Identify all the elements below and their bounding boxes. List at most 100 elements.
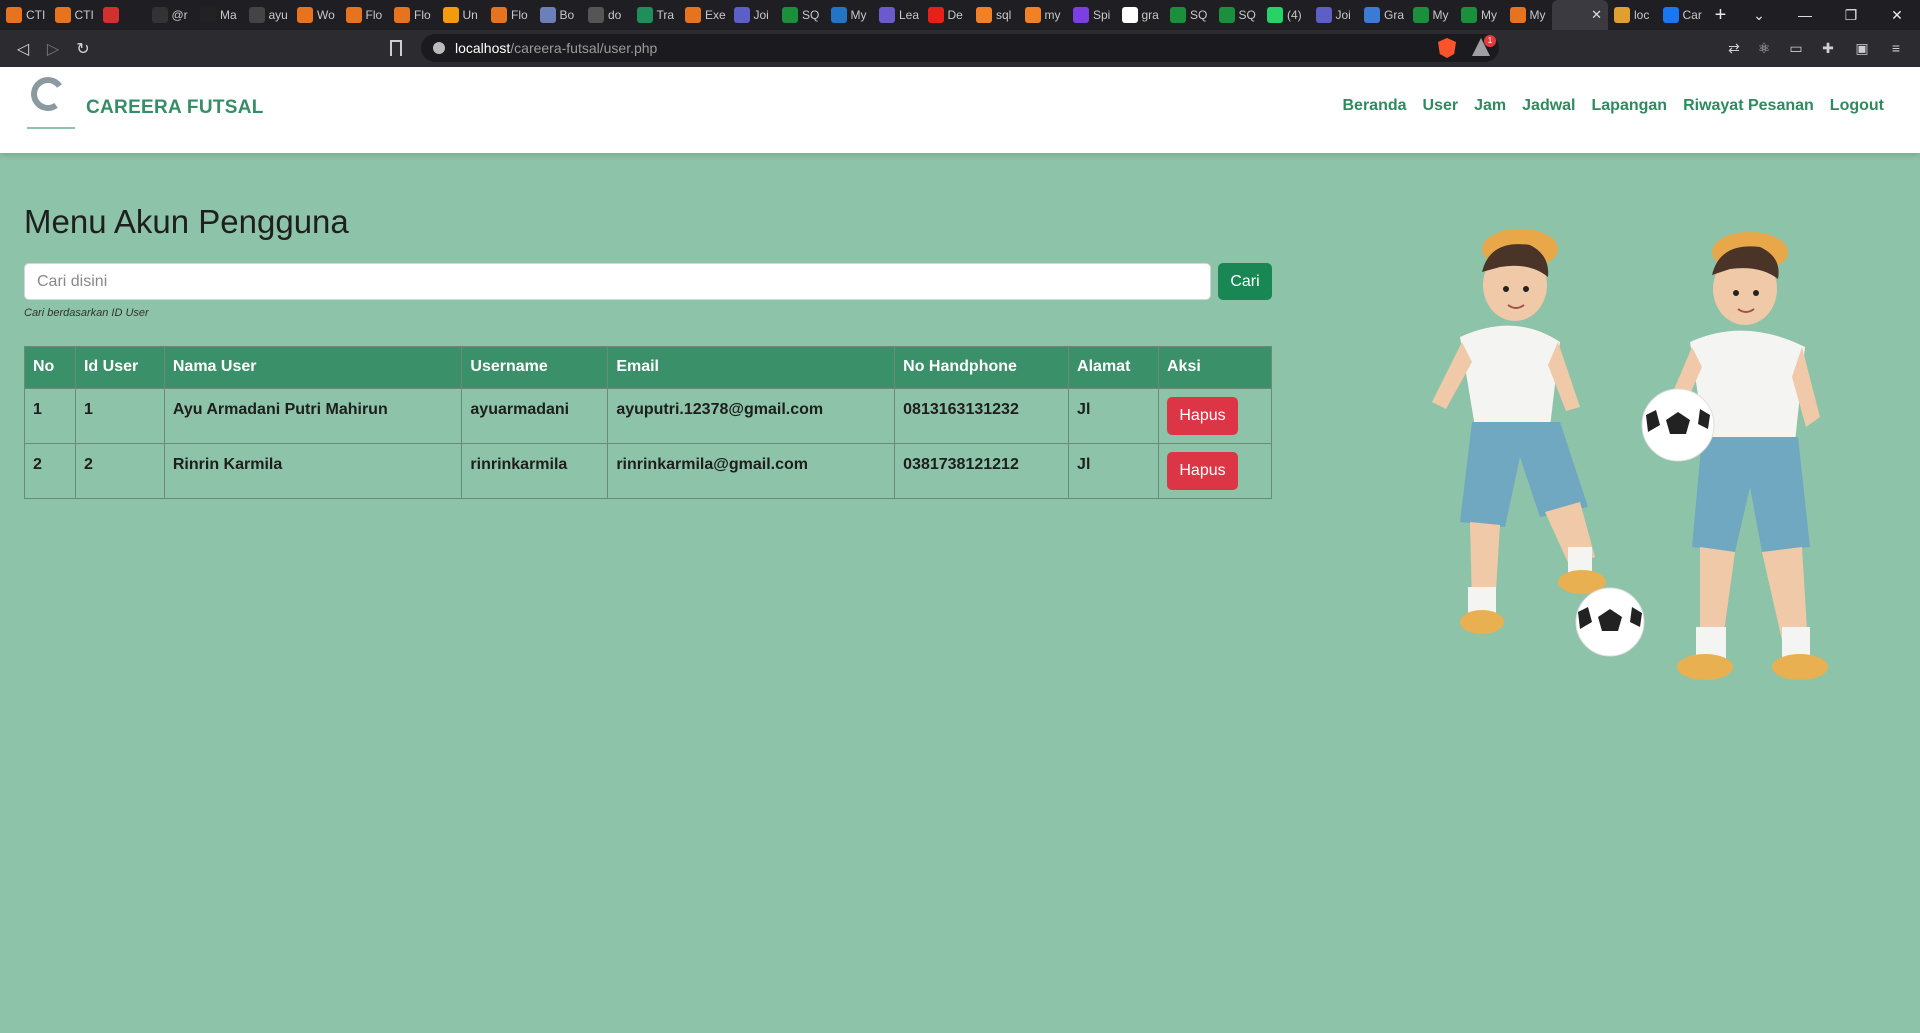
tab-favicon-icon bbox=[1218, 7, 1235, 23]
browser-tab[interactable]: Wo bbox=[291, 0, 340, 30]
tab-favicon-icon bbox=[491, 7, 507, 23]
new-tab-button[interactable]: + bbox=[1705, 4, 1736, 27]
delete-button[interactable]: Hapus bbox=[1167, 397, 1238, 435]
player-right bbox=[1641, 232, 1828, 680]
bookmark-icon[interactable] bbox=[390, 40, 402, 56]
browser-tab[interactable]: SQ bbox=[1213, 0, 1262, 30]
browser-tab[interactable]: Gra bbox=[1358, 0, 1407, 30]
extension-icon[interactable]: ▭ bbox=[1788, 40, 1804, 56]
nav-link-jam[interactable]: Jam bbox=[1474, 97, 1506, 115]
back-icon[interactable]: ◁ bbox=[8, 39, 38, 59]
browser-tab[interactable]: Ma bbox=[194, 0, 243, 30]
tab-title: CTI bbox=[26, 8, 46, 22]
browser-toolbar: ◁ ▷ ↻ localhost/careera-futsal/user.php … bbox=[0, 30, 1920, 67]
tab-title: ayu bbox=[268, 8, 288, 22]
close-window-icon[interactable]: ✕ bbox=[1874, 7, 1920, 24]
browser-tab-strip: CTI CTI @r Ma ayu Wo Flo Flo Un Flo Bo do Tra Exe Joi S… bbox=[0, 0, 1920, 30]
browser-tab[interactable]: sql bbox=[970, 0, 1019, 30]
search-hint: Cari berdasarkan ID User bbox=[24, 307, 149, 319]
browser-tab[interactable]: CTI bbox=[49, 0, 98, 30]
browser-tab[interactable]: Lea bbox=[873, 0, 922, 30]
user-table: No Id User Nama User Username Email No H… bbox=[24, 346, 1272, 499]
browser-tab[interactable]: My bbox=[1455, 0, 1504, 30]
tab-favicon-icon bbox=[539, 7, 556, 23]
browser-tab[interactable]: My bbox=[825, 0, 874, 30]
cell-aksi: Hapus bbox=[1158, 388, 1272, 444]
nav-link-jadwal[interactable]: Jadwal bbox=[1522, 97, 1575, 115]
browser-tab[interactable]: Joi bbox=[728, 0, 777, 30]
menu-icon[interactable]: ≡ bbox=[1888, 40, 1904, 56]
logo-underline bbox=[27, 127, 75, 129]
nav-link-user[interactable]: User bbox=[1423, 97, 1459, 115]
tab-title: SQ bbox=[802, 8, 820, 22]
browser-tab[interactable]: Spi bbox=[1067, 0, 1116, 30]
tab-title: My bbox=[1529, 8, 1546, 22]
react-devtools-icon[interactable]: ⚛ bbox=[1756, 40, 1772, 56]
browser-tab[interactable]: my bbox=[1019, 0, 1068, 30]
browser-tab[interactable]: @r bbox=[146, 0, 195, 30]
delete-button[interactable]: Hapus bbox=[1167, 452, 1238, 490]
translate-icon[interactable]: ⇄ bbox=[1726, 40, 1742, 56]
browser-tab[interactable]: Bo bbox=[534, 0, 583, 30]
browser-tab[interactable]: Flo bbox=[388, 0, 437, 30]
tab-title: Tra bbox=[656, 8, 675, 22]
nav-link-lapangan[interactable]: Lapangan bbox=[1592, 97, 1668, 115]
browser-tab[interactable]: Flo bbox=[340, 0, 389, 30]
browser-tab[interactable]: gra bbox=[1116, 0, 1165, 30]
browser-tab[interactable]: De bbox=[922, 0, 971, 30]
reload-icon[interactable]: ↻ bbox=[68, 39, 98, 59]
browser-tab[interactable]: Car bbox=[1657, 0, 1706, 30]
tab-title: My bbox=[1481, 8, 1497, 22]
tab-title: SQ bbox=[1238, 8, 1256, 22]
browser-tab[interactable]: do bbox=[582, 0, 631, 30]
tab-favicon-icon bbox=[1662, 7, 1679, 23]
tab-favicon-icon bbox=[636, 7, 653, 23]
search-button[interactable]: Cari bbox=[1218, 263, 1272, 300]
restore-icon[interactable]: ❐ bbox=[1828, 7, 1874, 24]
browser-tab[interactable]: Un bbox=[437, 0, 486, 30]
browser-tab[interactable]: SQ bbox=[1164, 0, 1213, 30]
tab-favicon-icon bbox=[1461, 7, 1477, 23]
wallet-icon[interactable]: ▣ bbox=[1854, 40, 1870, 56]
tab-favicon-icon bbox=[976, 7, 992, 23]
tab-favicon-icon bbox=[1024, 7, 1041, 23]
tab-title: gra bbox=[1141, 8, 1159, 22]
page-title: Menu Akun Pengguna bbox=[24, 203, 349, 240]
window-controls: ⌄ — ❐ ✕ bbox=[1736, 7, 1920, 24]
minimize-icon[interactable]: — bbox=[1782, 7, 1828, 24]
browser-tab[interactable]: Joi bbox=[1310, 0, 1359, 30]
tab-favicon-icon bbox=[1412, 7, 1429, 23]
nav-link-logout[interactable]: Logout bbox=[1830, 97, 1884, 115]
browser-tab[interactable]: ayu bbox=[243, 0, 292, 30]
site-info-icon[interactable] bbox=[433, 42, 445, 54]
close-tab-icon[interactable]: ✕ bbox=[1591, 7, 1602, 23]
tab-title: Ma bbox=[220, 8, 237, 22]
brand-name[interactable]: CAREERA FUTSAL bbox=[86, 97, 264, 119]
browser-tab[interactable]: CTI bbox=[0, 0, 49, 30]
nav-link-riwayat-pesanan[interactable]: Riwayat Pesanan bbox=[1683, 97, 1814, 115]
careera-logo[interactable] bbox=[27, 73, 75, 133]
url-path: /careera-futsal/user.php bbox=[510, 40, 658, 56]
tab-favicon-icon bbox=[830, 7, 847, 23]
tab-favicon-icon bbox=[1170, 7, 1186, 23]
browser-tab[interactable]: SQ bbox=[776, 0, 825, 30]
browser-tab[interactable]: My bbox=[1504, 0, 1553, 30]
tab-title: De bbox=[947, 8, 963, 22]
forward-icon[interactable]: ▷ bbox=[38, 39, 68, 59]
browser-tab[interactable]: Exe bbox=[679, 0, 728, 30]
cell-alamat: Jl bbox=[1068, 443, 1159, 499]
tab-search-icon[interactable]: ⌄ bbox=[1736, 7, 1782, 24]
tab-favicon-icon bbox=[1509, 7, 1526, 23]
browser-tab[interactable] bbox=[97, 0, 146, 30]
browser-tab[interactable]: Flo bbox=[485, 0, 534, 30]
nav-link-beranda[interactable]: Beranda bbox=[1343, 97, 1407, 115]
browser-tab[interactable]: loc bbox=[1608, 0, 1657, 30]
browser-tab[interactable]: (4) bbox=[1261, 0, 1310, 30]
address-bar[interactable]: localhost/careera-futsal/user.php bbox=[421, 34, 1499, 62]
browser-tab[interactable]: My bbox=[1407, 0, 1456, 30]
cell-no: 2 bbox=[24, 443, 76, 499]
browser-tab[interactable]: Tra bbox=[631, 0, 680, 30]
search-input[interactable] bbox=[24, 263, 1211, 300]
browser-tab[interactable]: ✕ bbox=[1552, 0, 1608, 30]
extensions-puzzle-icon[interactable]: ✚ bbox=[1820, 40, 1836, 56]
